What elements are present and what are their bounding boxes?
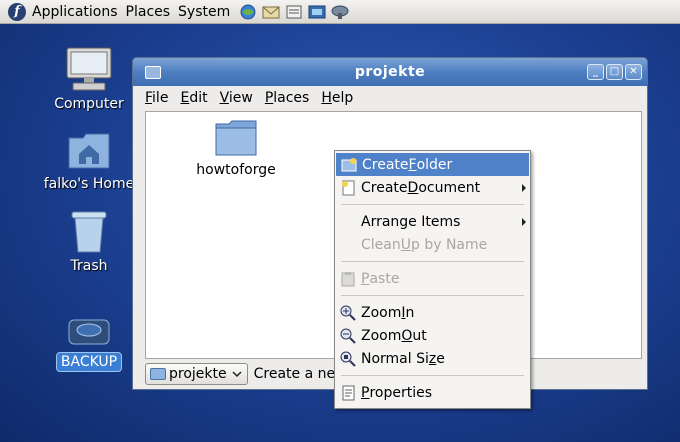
zoom-in-icon	[340, 305, 356, 321]
menu-separator	[341, 375, 524, 376]
menu-item-create-document[interactable]: Create Document	[335, 176, 530, 199]
maximize-button[interactable]: □	[606, 64, 623, 80]
menu-help[interactable]: Help	[321, 90, 353, 106]
path-combo-button[interactable]: projekte	[145, 363, 248, 385]
folder-icon	[215, 120, 257, 156]
folder-icon	[145, 65, 161, 79]
mail-icon[interactable]	[261, 3, 281, 21]
menu-item-paste: Paste	[335, 267, 530, 290]
menu-item-clean-up: Clean Up by Name	[361, 236, 488, 253]
folder-label: howtoforge	[196, 162, 276, 178]
menu-item-zoom-out[interactable]: Zoom Out	[335, 324, 530, 347]
titlebar[interactable]: projekte _ □ ✕	[133, 58, 647, 86]
menu-item-create-folder[interactable]: Create Folder	[336, 153, 529, 176]
desktop-icon-label: BACKUP	[55, 352, 123, 372]
menu-places[interactable]: Places	[265, 90, 310, 106]
desktop-icon-backup[interactable]: BACKUP	[39, 314, 139, 372]
desktop-icon-label: Trash	[70, 258, 108, 274]
home-folder-icon	[67, 130, 111, 172]
context-menu: Create Folder Create Document Arrange It…	[334, 150, 531, 409]
desktop-icon-label: falko's Home	[43, 176, 135, 192]
menubar: File Edit View Places Help	[133, 86, 647, 110]
places-menu[interactable]: Places	[126, 4, 179, 20]
menu-separator	[341, 261, 524, 262]
menu-view[interactable]: View	[220, 90, 253, 106]
computer-icon	[65, 46, 113, 92]
chevron-down-icon	[232, 371, 242, 378]
submenu-arrow-icon	[522, 218, 526, 226]
trash-icon	[69, 210, 109, 254]
menu-separator	[341, 295, 524, 296]
submenu-arrow-icon	[522, 184, 526, 192]
menu-item-arrange-items[interactable]: Arrange Items	[335, 210, 530, 233]
desktop-icon-home[interactable]: falko's Home	[39, 130, 139, 192]
new-document-icon	[342, 180, 355, 196]
system-menu[interactable]: System	[178, 4, 238, 20]
new-folder-icon	[341, 158, 357, 172]
folder-icon	[150, 368, 166, 380]
top-panel: f Applications Places System	[0, 0, 680, 24]
menu-item-properties[interactable]: Properties	[335, 381, 530, 404]
notes-icon[interactable]	[284, 3, 304, 21]
menu-separator	[341, 204, 524, 205]
applications-menu[interactable]: Applications	[32, 4, 126, 20]
properties-icon	[342, 385, 355, 401]
menu-file[interactable]: File	[145, 90, 168, 106]
web-browser-icon[interactable]	[238, 3, 258, 21]
update-icon[interactable]	[330, 3, 350, 21]
desktop-icon-label: Computer	[54, 96, 124, 112]
minimize-button[interactable]: _	[587, 64, 604, 80]
drive-icon	[67, 314, 111, 348]
menu-item-zoom-in[interactable]: Zoom In	[335, 301, 530, 324]
window-title: projekte	[354, 64, 426, 80]
paste-icon	[341, 272, 355, 287]
zoom-normal-icon	[340, 351, 356, 367]
menu-item-normal-size[interactable]: Normal Si z e	[335, 347, 530, 370]
image-editor-icon[interactable]	[307, 3, 327, 21]
folder-item[interactable]: howtoforge	[191, 120, 281, 178]
desktop-icon-computer[interactable]: Computer	[39, 46, 139, 112]
desktop-icon-trash[interactable]: Trash	[39, 210, 139, 274]
close-button[interactable]: ✕	[625, 64, 642, 80]
menu-edit[interactable]: Edit	[180, 90, 207, 106]
zoom-out-icon	[340, 328, 356, 344]
fedora-logo-icon[interactable]: f	[8, 2, 26, 21]
path-label: projekte	[169, 366, 227, 382]
